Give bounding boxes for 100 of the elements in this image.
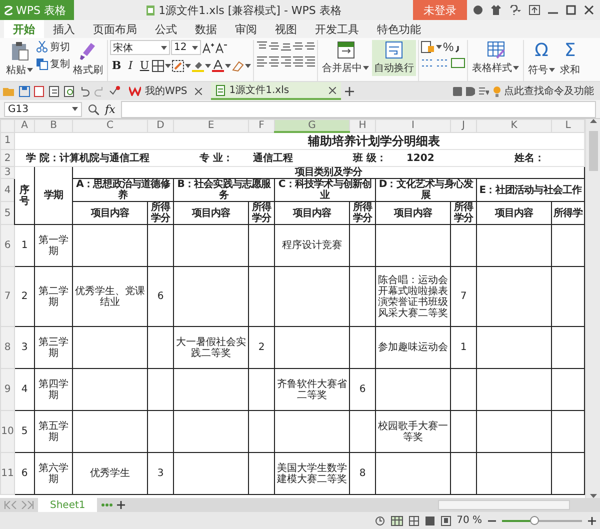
column-header[interactable]: I (376, 120, 450, 132)
number-format-icon[interactable] (421, 41, 435, 53)
decrease-decimal-icon[interactable] (436, 57, 450, 69)
normal-view-icon[interactable] (390, 516, 403, 526)
vertical-scrollbar[interactable] (585, 119, 600, 498)
caret-icon[interactable] (513, 66, 519, 70)
row-header[interactable]: 6 (0, 224, 14, 266)
sum-button[interactable]: Σ 求和 (558, 40, 582, 78)
app-menu-button[interactable]: WPS 表格 (0, 0, 74, 20)
ribbon-tab[interactable]: 页面布局 (84, 20, 146, 38)
formula-input[interactable] (121, 100, 596, 118)
format-painter-button[interactable]: 格式刷 (71, 40, 105, 78)
list-down-icon[interactable] (479, 86, 489, 96)
column-header[interactable]: C (72, 120, 148, 132)
caret-icon[interactable] (27, 68, 33, 72)
caret-icon[interactable] (185, 64, 191, 68)
caret-icon[interactable] (72, 107, 78, 111)
name-box[interactable]: G13 (4, 102, 82, 116)
ribbon-tab[interactable]: 视图 (266, 20, 306, 38)
document-tab[interactable]: 我的WPS (124, 82, 208, 100)
ribbon-tab[interactable]: 开始 (4, 20, 44, 38)
caret-icon[interactable] (192, 46, 198, 50)
history-icon[interactable] (374, 516, 385, 526)
wrap-text-button[interactable]: 自动换行 (372, 40, 416, 76)
caret-icon[interactable] (549, 68, 555, 72)
ribbon-tab[interactable]: 插入 (44, 20, 84, 38)
restore-ribbon-icon[interactable] (529, 5, 540, 15)
clear-format-icon[interactable] (232, 60, 244, 72)
underline-button[interactable]: U (138, 58, 151, 73)
cell-fill-icon[interactable] (172, 60, 184, 72)
column-header[interactable]: A (14, 120, 34, 132)
font-color-icon[interactable] (212, 60, 224, 72)
ribbon-tab[interactable]: 公式 (146, 20, 186, 38)
scrollbar-thumb[interactable] (588, 131, 598, 171)
slider-thumb[interactable] (530, 516, 539, 524)
command-search-link[interactable]: 点此查找命令及功能 (493, 84, 600, 98)
cut-button[interactable]: 剪切 (36, 40, 70, 54)
column-header[interactable]: B (34, 120, 72, 132)
shirt-icon[interactable] (491, 5, 501, 15)
bold-button[interactable]: B (110, 58, 123, 73)
column-header[interactable]: G (274, 120, 350, 132)
close-tab-icon[interactable] (195, 88, 202, 94)
caret-icon[interactable] (363, 66, 369, 70)
zoom-in-icon[interactable] (588, 516, 596, 524)
customize-icon[interactable] (109, 86, 120, 96)
column-header[interactable]: D (148, 120, 174, 132)
decrease-font-icon[interactable] (215, 42, 227, 54)
new-tab-icon[interactable] (345, 86, 354, 96)
sheet-tab[interactable]: Sheet1 (38, 498, 98, 512)
row-header[interactable]: 7 (0, 266, 14, 326)
row-header[interactable]: 4 (0, 178, 14, 202)
decrease-indent-icon[interactable] (292, 40, 303, 52)
export-pdf-icon[interactable] (34, 86, 45, 96)
close-tab-icon[interactable] (329, 86, 336, 94)
column-header[interactable]: E (174, 120, 248, 132)
caret-icon[interactable] (165, 64, 171, 68)
merge-center-button[interactable]: 合并居中 (320, 40, 371, 76)
page-break-view-icon[interactable] (408, 516, 419, 526)
number-box-icon[interactable] (451, 58, 465, 68)
row-header[interactable]: 10 (0, 410, 14, 452)
save-icon[interactable] (19, 86, 30, 96)
column-header[interactable]: F (248, 120, 274, 132)
row-header[interactable]: 2 (0, 150, 14, 166)
paste-button[interactable]: 粘贴 (4, 40, 35, 78)
column-header[interactable]: J (450, 120, 476, 132)
caret-icon[interactable] (245, 64, 251, 68)
row-header[interactable]: 1 (0, 132, 14, 150)
row-header[interactable]: 9 (0, 368, 14, 410)
ribbon-tab[interactable]: 特色功能 (368, 20, 430, 38)
print-icon[interactable] (49, 86, 60, 96)
align-middle-icon[interactable] (268, 40, 279, 52)
document-tab[interactable]: 1源文件1.xls (211, 82, 342, 100)
align-center-icon[interactable] (268, 55, 279, 67)
borders-icon[interactable] (152, 60, 164, 72)
row-header[interactable]: 8 (0, 326, 14, 368)
increase-font-icon[interactable] (202, 42, 214, 54)
page-layout-view-icon[interactable] (424, 516, 435, 526)
row-header[interactable]: 11 (0, 452, 14, 494)
table-style-button[interactable]: 表格样式 (470, 40, 521, 76)
add-sheet-icon[interactable] (117, 501, 126, 509)
ribbon-tab[interactable]: 开发工具 (306, 20, 368, 38)
ribbon-tab[interactable]: 审阅 (226, 20, 266, 38)
zoom-search-icon[interactable] (88, 104, 99, 114)
caret-icon[interactable] (225, 64, 231, 68)
align-right-icon[interactable] (280, 55, 291, 67)
print-preview-icon[interactable] (64, 86, 75, 96)
italic-button[interactable]: I (124, 58, 137, 73)
increase-indent-icon[interactable] (304, 40, 315, 52)
caret-icon[interactable] (205, 64, 211, 68)
font-name-dropdown[interactable]: 宋体 (110, 40, 170, 55)
row-header[interactable]: 3 (0, 166, 14, 178)
zoom-percentage[interactable]: 70 % (456, 515, 482, 526)
maximize-icon[interactable] (566, 5, 576, 15)
percent-button[interactable]: % (443, 40, 454, 54)
close-icon[interactable] (584, 5, 594, 15)
reading-mode-icon[interactable] (440, 516, 451, 526)
caret-icon[interactable] (161, 46, 167, 50)
row-header[interactable]: 5 (0, 202, 14, 224)
horizontal-scrollbar[interactable] (438, 500, 570, 510)
symbol-button[interactable]: Ω 符号 (526, 40, 557, 78)
